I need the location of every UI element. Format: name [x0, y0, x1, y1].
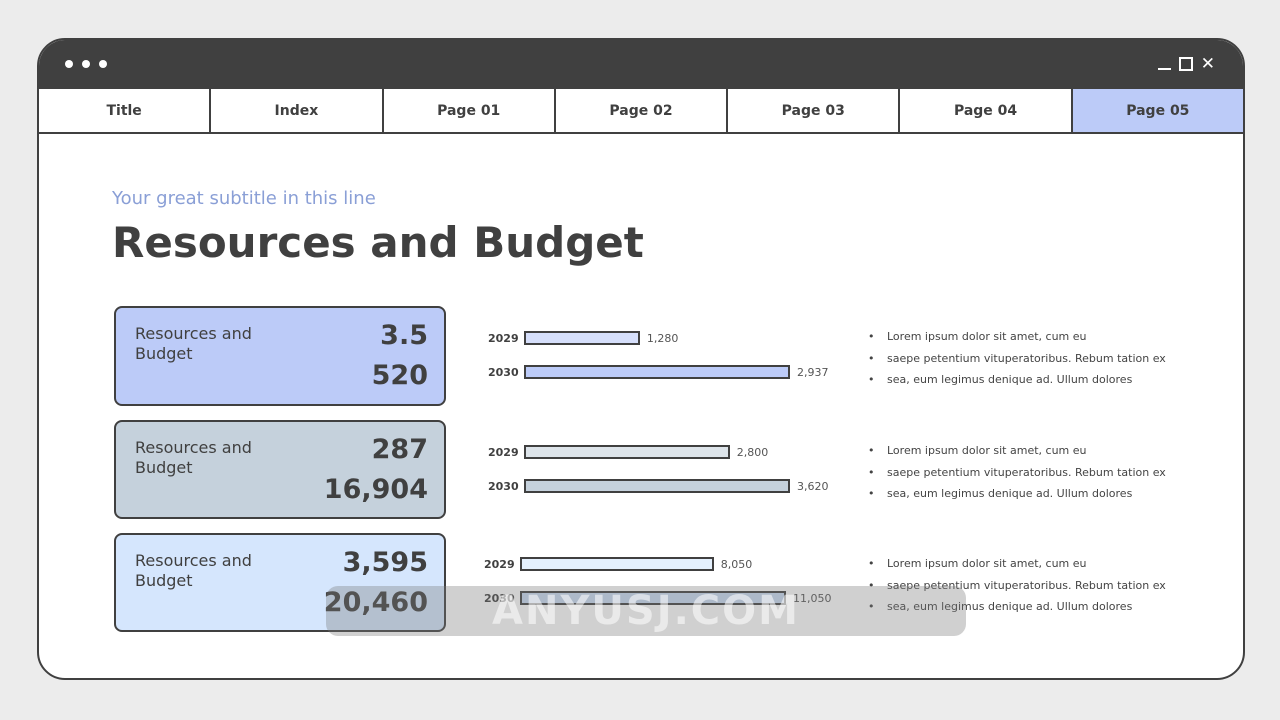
- card-value-primary: 3,595: [342, 547, 428, 578]
- card-value-primary: 287: [371, 434, 428, 465]
- bar-value-label: 8,050: [720, 557, 753, 571]
- bar: [524, 331, 640, 345]
- card-label: Resources and Budget: [135, 551, 252, 590]
- card-value-secondary: 520: [371, 360, 428, 391]
- bar-row: 2030 3,620: [488, 478, 829, 494]
- bullet-item: sea, eum legimus denique ad. Ullum dolor…: [868, 373, 1166, 395]
- bullet-item: saepe petentium vituperatoribus. Rebum t…: [868, 466, 1166, 488]
- bar-row: 2029 2,800: [488, 444, 768, 460]
- bar-value-label: 3,620: [797, 479, 829, 493]
- bar-row: 2030 2,937: [488, 364, 829, 380]
- watermark: ANYUSJ.COM: [326, 586, 966, 636]
- minimize-icon[interactable]: [1157, 68, 1171, 70]
- bar-value-label: 2,937: [797, 365, 829, 379]
- card-label: Resources and Budget: [135, 438, 252, 477]
- bar-year-label: 2030: [488, 479, 519, 493]
- bar-year-label: 2030: [488, 365, 519, 379]
- bar-year-label: 2029: [488, 445, 519, 459]
- bullet-item: sea, eum legimus denique ad. Ullum dolor…: [868, 487, 1166, 509]
- close-icon[interactable]: ✕: [1201, 56, 1215, 73]
- bar-year-label: 2029: [488, 331, 519, 345]
- bar-row: 2029 8,050: [484, 556, 752, 572]
- tab-page-03[interactable]: Page 03: [728, 89, 901, 132]
- bullet-item: Lorem ipsum dolor sit amet, cum eu: [868, 330, 1166, 352]
- maximize-icon[interactable]: [1178, 57, 1193, 71]
- card-value-primary: 3.5: [380, 320, 428, 351]
- tab-page-04[interactable]: Page 04: [900, 89, 1073, 132]
- tab-page-01[interactable]: Page 01: [384, 89, 556, 132]
- tab-index[interactable]: Index: [211, 89, 384, 132]
- bar-row: 2029 1,280: [488, 330, 678, 346]
- title-bar: ✕: [39, 40, 1243, 89]
- bar: [524, 479, 790, 493]
- bullet-list: Lorem ipsum dolor sit amet, cum eusaepe …: [868, 330, 1166, 395]
- bar-value-label: 1,280: [646, 331, 679, 345]
- bar-value-label: 2,800: [736, 445, 769, 459]
- slide-title: Resources and Budget: [112, 218, 644, 267]
- bullet-item: saepe petentium vituperatoribus. Rebum t…: [868, 352, 1166, 374]
- summary-card: Resources and Budget 287 16,904: [114, 420, 446, 519]
- bullet-item: Lorem ipsum dolor sit amet, cum eu: [868, 444, 1166, 466]
- tab-page-05[interactable]: Page 05: [1072, 89, 1243, 132]
- tab-title[interactable]: Title: [39, 89, 212, 132]
- bullet-list: Lorem ipsum dolor sit amet, cum eusaepe …: [868, 444, 1166, 509]
- slide-subtitle: Your great subtitle in this line: [112, 188, 376, 209]
- bar: [520, 557, 714, 571]
- bar: [524, 365, 790, 379]
- summary-card: Resources and Budget 3.5 520: [114, 306, 446, 406]
- card-value-secondary: 16,904: [323, 474, 428, 505]
- tab-bar: Title Index Page 01 Page 02 Page 03 Page 04 Pa…: [39, 89, 1243, 134]
- bar-year-label: 2029: [484, 557, 515, 571]
- tab-page-02[interactable]: Page 02: [556, 89, 729, 132]
- window-dots-icon: [65, 60, 107, 68]
- bar: [524, 445, 730, 459]
- card-label: Resources and Budget: [135, 324, 252, 363]
- bullet-item: Lorem ipsum dolor sit amet, cum eu: [868, 557, 1166, 579]
